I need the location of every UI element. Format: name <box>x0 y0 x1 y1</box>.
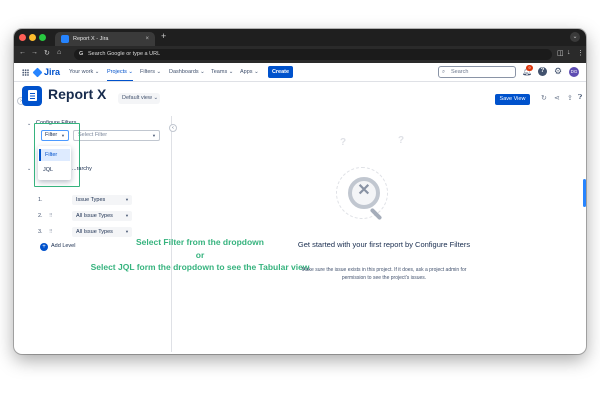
level-number: 1. <box>38 197 43 203</box>
page-scrollbar[interactable] <box>583 179 586 207</box>
forward-arrow-icon[interactable]: → <box>31 49 38 56</box>
tab-close-icon[interactable]: × <box>145 32 149 46</box>
browser-toolbar: ← → ↻ ⌂ G Search Google or type a URL ◫ … <box>14 46 586 63</box>
nav-apps[interactable]: Apps ⌄ <box>240 69 259 75</box>
maximize-window-button[interactable] <box>39 34 46 41</box>
nav-projects[interactable]: Projects ⌄ <box>107 69 134 81</box>
nav-dashboards[interactable]: Dashboards ⌄ <box>169 69 205 75</box>
export-icon[interactable]: ⇪ <box>567 94 573 102</box>
google-icon: G <box>79 51 84 57</box>
report-app-icon <box>22 86 42 106</box>
level-2-select[interactable]: All Issue Types ▼ <box>72 211 132 221</box>
user-avatar[interactable]: DG <box>569 67 579 77</box>
screenshot-stage: Report X - Jira × + ⌄ ← → ↻ ⌂ G Search G… <box>0 0 600 400</box>
question-mark-icon: ? <box>340 137 347 148</box>
address-bar[interactable]: G Search Google or type a URL <box>74 49 552 60</box>
search-placeholder: Search <box>451 69 469 75</box>
share-icon[interactable]: ⋖ <box>554 94 560 102</box>
info-icon[interactable]: ❓︎ <box>578 94 582 102</box>
jira-top-nav: Jira Your work ⌄ Projects ⌄ Filters ⌄ Da… <box>14 63 586 82</box>
page-title: Report X <box>48 86 107 102</box>
nav-teams[interactable]: Teams ⌄ <box>211 69 233 75</box>
no-results-x-icon: ✕ <box>357 182 371 199</box>
help-icon[interactable]: ? <box>538 67 547 76</box>
nav-filters[interactable]: Filters ⌄ <box>140 69 161 75</box>
hierarchy-heading: ...rarchy <box>72 166 92 172</box>
drag-handle-icon[interactable]: ⠿ <box>49 213 53 219</box>
reload-icon[interactable]: ↻ <box>44 49 50 57</box>
level-3-select[interactable]: All Issue Types ▼ <box>72 227 132 237</box>
jira-logo-icon <box>32 67 43 77</box>
select-filter-input[interactable]: Select Filter ▼ <box>73 130 160 141</box>
browser-window: Report X - Jira × + ⌄ ← → ↻ ⌂ G Search G… <box>14 29 586 354</box>
create-button[interactable]: Create <box>268 66 293 78</box>
jira-logo[interactable]: Jira <box>32 67 60 77</box>
level-number: 3. <box>38 229 43 235</box>
tab-title: Report X - Jira <box>73 36 109 42</box>
menu-kebab-icon[interactable]: ⋮ <box>577 49 584 57</box>
save-view-button[interactable]: Save View <box>495 94 530 105</box>
nav-your-work[interactable]: Your work ⌄ <box>69 69 99 75</box>
section-collapse-chevron-icon[interactable]: ⌄ <box>27 121 31 127</box>
download-icon[interactable]: ↓ <box>567 49 571 56</box>
empty-state-title: Get started with your first report by Co… <box>297 240 471 249</box>
app-switcher-icon[interactable] <box>22 69 29 76</box>
settings-gear-icon[interactable]: ⚙ <box>554 66 562 77</box>
empty-state-subtitle: Make sure the issue exists in this proje… <box>301 267 467 281</box>
instruction-line-2: or <box>195 250 205 260</box>
question-mark-icon: ? <box>398 135 405 146</box>
level-number: 2. <box>38 213 43 219</box>
notifications-badge: 9 <box>526 65 533 71</box>
close-window-button[interactable] <box>19 34 26 41</box>
chevron-down-icon: ▼ <box>125 229 129 234</box>
browser-tab[interactable]: Report X - Jira × <box>55 32 155 46</box>
annotation-highlight-box <box>34 123 80 187</box>
search-input[interactable]: ⌕ Search <box>438 66 516 78</box>
address-bar-text: Search Google or type a URL <box>88 51 161 57</box>
new-tab-button[interactable]: + <box>161 31 166 41</box>
chevron-down-icon: ▼ <box>125 197 129 202</box>
extensions-icon[interactable]: ◫ <box>557 49 564 57</box>
chevron-down-icon: ▼ <box>152 133 156 138</box>
drag-handle-icon[interactable]: ⠿ <box>49 229 53 235</box>
browser-tab-strip: Report X - Jira × + ⌄ <box>14 29 586 46</box>
collapse-sidebar-icon[interactable]: ‹ <box>169 124 177 132</box>
home-icon[interactable]: ⌂ <box>57 49 61 56</box>
refresh-icon[interactable]: ↻ <box>541 94 547 102</box>
hierarchy-collapse-chevron-icon[interactable]: ⌄ <box>27 166 31 172</box>
level-1-select[interactable]: Issue Types ▼ <box>72 195 132 205</box>
view-selector[interactable]: Default view ⌄ <box>118 93 160 104</box>
back-arrow-icon[interactable]: ← <box>19 49 26 56</box>
minimize-window-button[interactable] <box>29 34 36 41</box>
tab-search-chevron-icon[interactable]: ⌄ <box>570 32 580 42</box>
jira-favicon-icon <box>61 35 69 43</box>
chevron-down-icon: ▼ <box>125 213 129 218</box>
report-header: › Report X Default view ⌄ Save View ↻ ⋖ … <box>14 83 586 113</box>
search-icon: ⌕ <box>442 69 446 75</box>
